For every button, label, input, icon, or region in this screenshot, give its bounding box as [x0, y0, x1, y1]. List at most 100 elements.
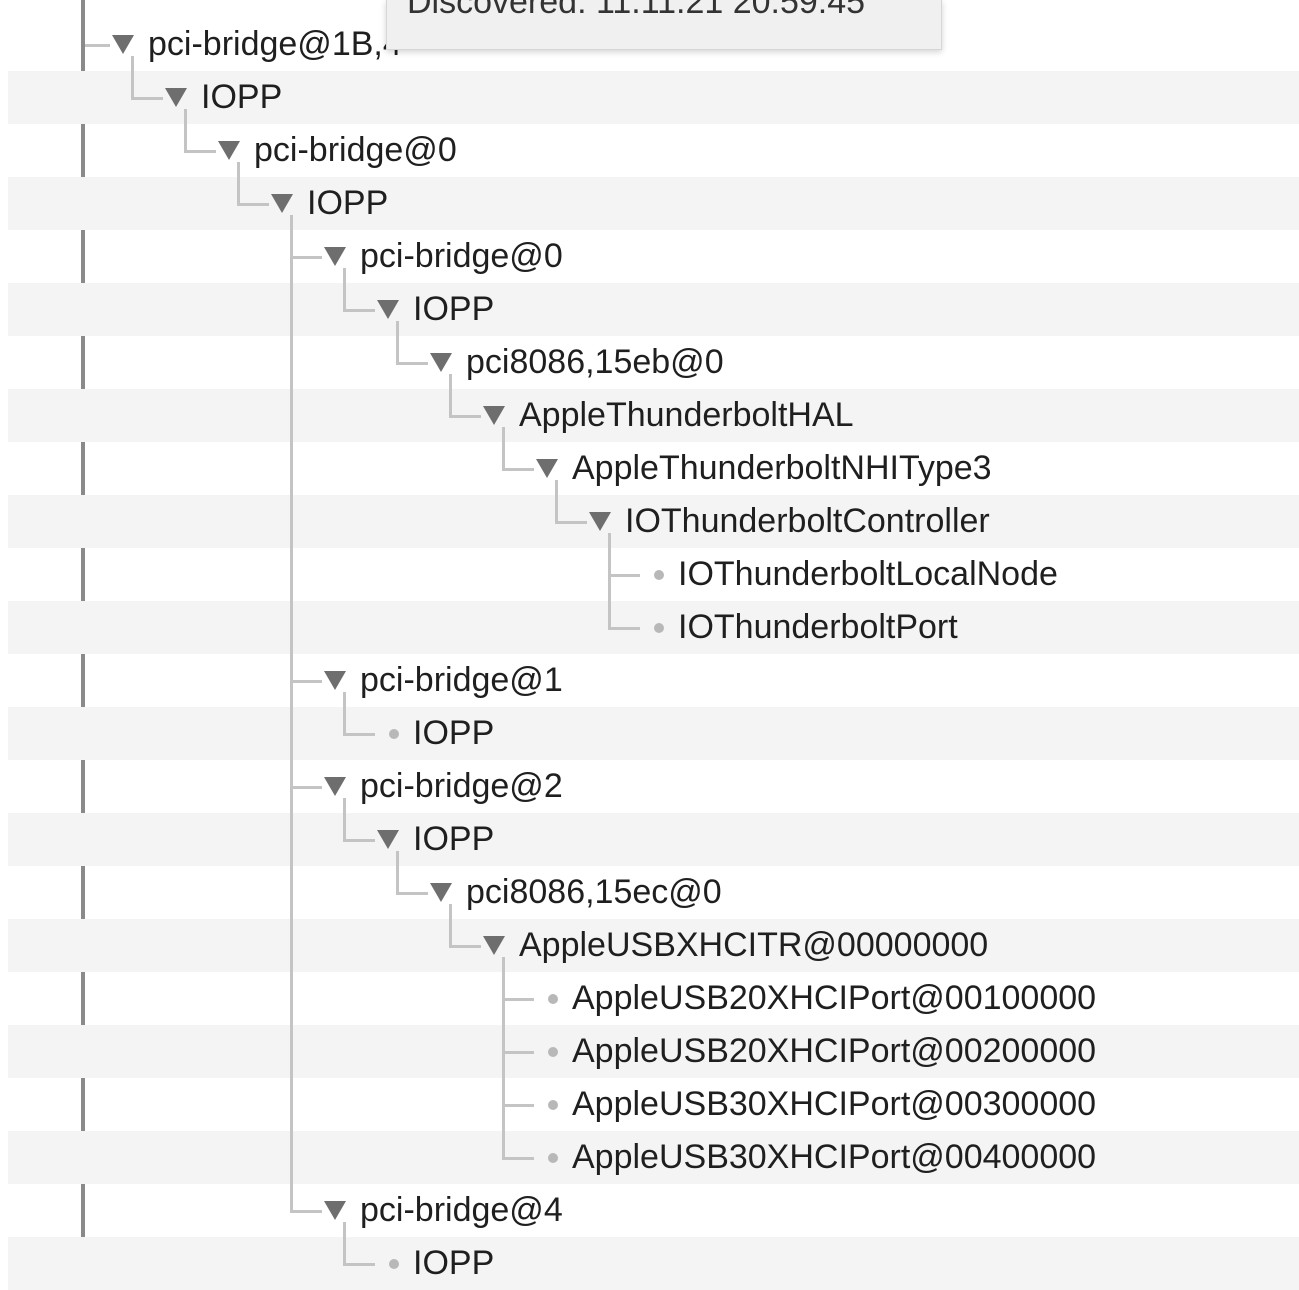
- tree-connector: [343, 733, 375, 736]
- node-label: pci-bridge@0: [360, 237, 563, 275]
- node-label: AppleUSB30XHCIPort@00400000: [572, 1138, 1097, 1176]
- tree-connector: [343, 798, 346, 841]
- tree-row[interactable]: [8, 813, 1299, 866]
- node-label: IOThunderboltController: [625, 502, 990, 540]
- disclosure-triangle-icon[interactable]: [377, 300, 399, 319]
- node-label: AppleUSBXHCITR@00000000: [519, 926, 989, 964]
- disclosure-triangle-icon[interactable]: [324, 671, 346, 690]
- leaf-node-icon: [654, 623, 664, 633]
- disclosure-triangle-icon[interactable]: [218, 141, 240, 160]
- tree-connector: [290, 215, 293, 1212]
- tree-connector: [290, 256, 322, 259]
- disclosure-triangle-icon[interactable]: [112, 35, 134, 54]
- node-label: IOPP: [413, 1244, 495, 1282]
- tree-connector: [85, 44, 110, 47]
- tree-connector: [290, 786, 322, 789]
- node-label: IOPP: [413, 714, 495, 752]
- tree-connector: [343, 1222, 346, 1265]
- tree-connector: [396, 851, 399, 894]
- leaf-node-icon: [654, 570, 664, 580]
- tree-connector: [502, 998, 534, 1001]
- tree-connector: [343, 692, 346, 735]
- leaf-node-icon: [548, 1047, 558, 1057]
- node-label: IOThunderboltLocalNode: [678, 555, 1058, 593]
- tree-connector: [184, 150, 216, 153]
- node-label: AppleUSB30XHCIPort@00300000: [572, 1085, 1097, 1123]
- node-label: pci-bridge@1B,4: [148, 25, 402, 63]
- tree-connector: [608, 574, 640, 577]
- tree-connector: [343, 309, 375, 312]
- node-label: pci8086,15ec@0: [466, 873, 722, 911]
- tree-connector: [290, 1210, 322, 1213]
- node-label: pci8086,15eb@0: [466, 343, 724, 381]
- leaf-node-icon: [389, 1259, 399, 1269]
- node-label: IOThunderboltPort: [678, 608, 958, 646]
- tree-connector: [502, 957, 505, 1159]
- node-label: pci-bridge@1: [360, 661, 563, 699]
- tooltip-text: Discovered: 11.11.21 20:59:45: [407, 0, 866, 21]
- tree-connector: [502, 1157, 534, 1160]
- discovered-tooltip: Discovered: 11.11.21 20:59:45: [386, 0, 942, 50]
- tree-connector: [131, 97, 163, 100]
- tree-connector: [184, 109, 187, 152]
- node-label: AppleUSB20XHCIPort@00100000: [572, 979, 1097, 1017]
- disclosure-triangle-icon[interactable]: [324, 777, 346, 796]
- tree-connector: [502, 468, 534, 471]
- node-label: AppleThunderboltHAL: [519, 396, 854, 434]
- node-label: IOPP: [413, 820, 495, 858]
- node-label: IOPP: [413, 290, 495, 328]
- node-label: pci-bridge@2: [360, 767, 563, 805]
- tree-connector: [555, 480, 558, 523]
- disclosure-triangle-icon[interactable]: [536, 459, 558, 478]
- node-label: AppleUSB20XHCIPort@00200000: [572, 1032, 1097, 1070]
- disclosure-triangle-icon[interactable]: [165, 88, 187, 107]
- leaf-node-icon: [548, 994, 558, 1004]
- disclosure-triangle-icon[interactable]: [377, 830, 399, 849]
- node-label: AppleThunderboltNHIType3: [572, 449, 992, 487]
- node-label: IOPP: [201, 78, 283, 116]
- disclosure-triangle-icon[interactable]: [324, 247, 346, 266]
- disclosure-triangle-icon[interactable]: [483, 406, 505, 425]
- tree-connector: [396, 321, 399, 364]
- disclosure-triangle-icon[interactable]: [271, 194, 293, 213]
- tree-connector: [343, 1263, 375, 1266]
- tree-connector: [343, 268, 346, 311]
- tree-connector: [502, 427, 505, 470]
- tree-connector: [237, 203, 269, 206]
- leaf-node-icon: [389, 729, 399, 739]
- tree-row[interactable]: [8, 1237, 1299, 1290]
- tree-row[interactable]: [8, 707, 1299, 760]
- tree-connector: [449, 904, 452, 947]
- tree-connector: [449, 945, 481, 948]
- tree-connector: [396, 362, 428, 365]
- tree-connector: [502, 1104, 534, 1107]
- tree-row[interactable]: [8, 177, 1299, 230]
- tree-row[interactable]: [8, 654, 1299, 707]
- tree-connector: [608, 627, 640, 630]
- tree-connector: [449, 415, 481, 418]
- tree-connector: [555, 521, 587, 524]
- tree-connector: [131, 56, 134, 99]
- disclosure-triangle-icon[interactable]: [589, 512, 611, 531]
- disclosure-triangle-icon[interactable]: [430, 353, 452, 372]
- ioreg-tree-view[interactable]: pci-bridge@1B,4 IOPP pci-bridge@0 IOPP pci-b…: [0, 0, 1299, 1290]
- tree-connector: [502, 1051, 534, 1054]
- tree-row[interactable]: [8, 760, 1299, 813]
- leaf-node-icon: [548, 1100, 558, 1110]
- disclosure-triangle-icon[interactable]: [483, 936, 505, 955]
- tree-row[interactable]: [8, 230, 1299, 283]
- leaf-node-icon: [548, 1153, 558, 1163]
- tree-connector: [396, 892, 428, 895]
- tree-connector: [290, 680, 322, 683]
- node-label: pci-bridge@0: [254, 131, 457, 169]
- tree-connector: [449, 374, 452, 417]
- tree-row[interactable]: [8, 1184, 1299, 1237]
- node-label: IOPP: [307, 184, 389, 222]
- tree-row[interactable]: [8, 283, 1299, 336]
- tree-connector: [608, 533, 611, 629]
- disclosure-triangle-icon[interactable]: [430, 883, 452, 902]
- tree-connector: [237, 162, 240, 205]
- node-label: pci-bridge@4: [360, 1191, 563, 1229]
- disclosure-triangle-icon[interactable]: [324, 1201, 346, 1220]
- tree-connector: [343, 839, 375, 842]
